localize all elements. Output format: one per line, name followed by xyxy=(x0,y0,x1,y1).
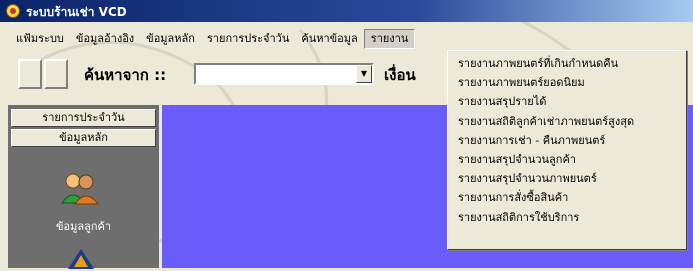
menu-reference[interactable]: ข้อมูลอ้างอิง xyxy=(70,29,140,49)
search-field-select[interactable]: ▼ xyxy=(194,63,374,85)
left-panel: รายการประจำวัน ข้อมูลหลัก ข้อมูลลูกค้า xyxy=(8,105,159,271)
report-top-customers[interactable]: รายงานสถิติลูกค้าเช่าภาพยนตร์สูงสุด xyxy=(448,112,686,131)
report-rent-return[interactable]: รายงานการเช่า - คืนภาพยนตร์ xyxy=(448,131,686,150)
condition-label: เงื่อน xyxy=(384,66,416,84)
report-income-summary[interactable]: รายงานสรุปรายได้ xyxy=(448,92,686,111)
reports-dropdown-menu: รายงานภาพยนตร์ที่เกินกำหนดคืน รายงานภาพย… xyxy=(447,50,687,250)
report-customer-count[interactable]: รายงานสรุปจำนวนลูกค้า xyxy=(448,150,686,169)
customer-data-label: ข้อมูลลูกค้า xyxy=(55,220,112,233)
report-overdue-movies[interactable]: รายงานภาพยนตร์ที่เกินกำหนดคืน xyxy=(448,54,686,73)
report-purchase-orders[interactable]: รายงานการสั่งซื้อสินค้า xyxy=(448,188,686,207)
title-bar: ระบบร้านเช่า VCD xyxy=(0,0,693,22)
next-module-icon[interactable] xyxy=(66,247,96,271)
report-popular-movies[interactable]: รายงานภาพยนตร์ยอดนิยม xyxy=(448,73,686,92)
toolbar-button-2[interactable] xyxy=(44,59,68,89)
report-movie-count[interactable]: รายงานสรุปจำนวนภาพยนตร์ xyxy=(448,169,686,188)
daily-transactions-button[interactable]: รายการประจำวัน xyxy=(11,109,156,127)
menu-file[interactable]: แฟ้มระบบ xyxy=(10,29,70,49)
master-data-button[interactable]: ข้อมูลหลัก xyxy=(11,129,156,147)
window-title: ระบบร้านเช่า VCD xyxy=(26,5,127,19)
menu-daily[interactable]: รายการประจำวัน xyxy=(201,29,295,49)
search-from-label: ค้นหาจาก :: xyxy=(84,66,167,84)
menu-search[interactable]: ค้นหาข้อมูล xyxy=(295,29,363,49)
menu-reports[interactable]: รายงาน xyxy=(363,29,416,49)
toolbar-button-1[interactable] xyxy=(18,59,42,89)
menu-master-data[interactable]: ข้อมูลหลัก xyxy=(140,29,201,49)
chevron-down-icon[interactable]: ▼ xyxy=(356,65,372,83)
report-service-usage[interactable]: รายงานสถิติการใช้บริการ xyxy=(448,208,686,227)
menu-bar: แฟ้มระบบ ข้อมูลอ้างอิง ข้อมูลหลัก รายการ… xyxy=(0,28,693,50)
customers-icon[interactable] xyxy=(60,171,100,205)
app-icon xyxy=(6,4,20,18)
